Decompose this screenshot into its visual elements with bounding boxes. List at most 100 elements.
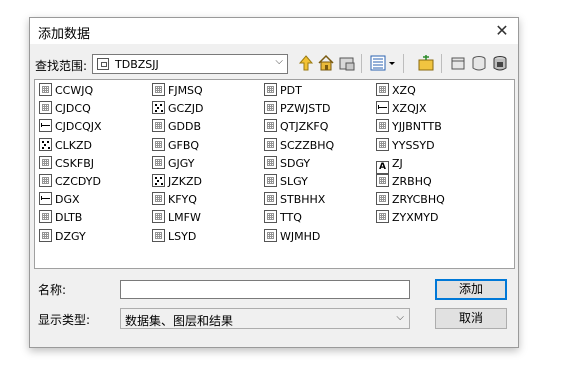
raster-dataset-icon: [39, 83, 52, 96]
list-item-label: CZCDYD: [55, 175, 101, 188]
dialog-title: 添加数据: [38, 27, 91, 42]
list-item-label: ZJ: [392, 156, 403, 170]
raster-dataset-icon: [39, 174, 52, 187]
list-item-label: QTJZKFQ: [280, 120, 329, 134]
toolbar-separator: [441, 54, 442, 73]
folder-connect-icon[interactable]: [338, 53, 356, 73]
list-item-label: LMFW: [168, 211, 201, 225]
list-item[interactable]: ZYXMYD: [376, 210, 438, 226]
list-item-label: CJDCQ: [55, 102, 91, 116]
list-item[interactable]: XZQ: [376, 83, 416, 99]
raster-dataset-icon: [264, 83, 277, 96]
list-item-label: XZQ: [392, 84, 416, 97]
list-item-label: ZYXMYD: [392, 211, 439, 225]
list-item[interactable]: LMFW: [152, 210, 201, 226]
view-dropdown-icon[interactable]: [387, 53, 397, 73]
up-folder-icon[interactable]: [297, 53, 315, 73]
line-dataset-icon: [39, 192, 52, 206]
line-dataset-icon: [39, 119, 52, 133]
list-item[interactable]: CJDCQJX: [39, 119, 102, 135]
list-item[interactable]: CZCDYD: [39, 174, 101, 190]
list-item[interactable]: LSYD: [152, 228, 197, 245]
list-item[interactable]: SDGY: [264, 155, 310, 172]
list-item-label: WJMHD: [280, 229, 321, 243]
list-item[interactable]: SLGY: [264, 174, 308, 190]
point-dataset-icon: [152, 174, 165, 187]
list-item[interactable]: KFYQ: [152, 192, 197, 208]
raster-dataset-icon: [264, 210, 277, 224]
list-item-label: GCZJD: [168, 102, 204, 116]
list-item[interactable]: PDT: [264, 83, 302, 99]
list-item[interactable]: GJGY: [152, 155, 195, 172]
point-dataset-icon: [152, 101, 165, 115]
dataset-list[interactable]: CCWJQ CJDCQ CJDCQJX CLKZD CSKFBJ CZCDYD DGX DLT…: [34, 79, 515, 269]
list-item-label: PZWJSTD: [280, 102, 331, 116]
list-item[interactable]: CJDCQ: [39, 101, 91, 117]
add-data-dialog: 添加数据 ✕ 查找范围: TDBZSJJ ⌵ CCWJQ CJDCQ CJDCQ…: [29, 17, 519, 348]
list-item[interactable]: TTQ: [264, 210, 302, 226]
list-item[interactable]: JZKZD: [152, 174, 202, 190]
add-button[interactable]: 添加: [435, 279, 507, 300]
list-item[interactable]: DLTB: [39, 210, 82, 226]
list-item[interactable]: XZQJX: [376, 101, 427, 117]
filetype-dropdown[interactable]: 数据集、图层和结果 ⌵: [120, 308, 410, 329]
raster-dataset-icon: [264, 137, 277, 151]
list-item[interactable]: ZRYCBHQ: [376, 192, 445, 208]
list-item[interactable]: DGX: [39, 192, 80, 208]
list-item[interactable]: FJMSQ: [152, 83, 203, 99]
raster-dataset-icon: [264, 101, 277, 115]
list-item[interactable]: GFBQ: [152, 137, 200, 154]
cancel-button[interactable]: 取消: [435, 308, 507, 329]
raster-dataset-icon: [376, 83, 389, 96]
list-item-label: CJDCQJX: [55, 120, 102, 134]
list-item[interactable]: CLKZD: [39, 137, 93, 154]
list-item-label: SLGY: [280, 175, 308, 188]
list-item-label: LSYD: [168, 229, 197, 243]
list-item-label: DLTB: [55, 211, 83, 225]
list-view-icon[interactable]: [369, 53, 387, 73]
raster-dataset-icon: [39, 101, 52, 115]
catalog-icon[interactable]: [449, 53, 467, 73]
list-item[interactable]: CCWJQ: [39, 83, 93, 99]
list-item[interactable]: PZWJSTD: [264, 101, 330, 117]
database-icon[interactable]: [470, 53, 488, 73]
raster-dataset-icon: [152, 210, 165, 224]
list-item-label: DZGY: [55, 229, 86, 243]
list-item-label: CSKFBJ: [55, 156, 94, 170]
list-item-label: YJJBNTTB: [392, 120, 442, 134]
list-item[interactable]: ZRBHQ: [376, 174, 432, 190]
list-item[interactable]: WJMHD: [264, 228, 321, 245]
raster-dataset-icon: [39, 228, 52, 242]
list-item[interactable]: GDDB: [152, 119, 201, 135]
list-item[interactable]: YYSSYD: [376, 137, 435, 154]
list-item-label: GFBQ: [168, 138, 200, 152]
raster-dataset-icon: [152, 192, 165, 206]
name-input[interactable]: [120, 280, 410, 299]
list-item[interactable]: A ZJ: [376, 156, 403, 174]
raster-dataset-icon: [264, 174, 277, 187]
list-item[interactable]: CSKFBJ: [39, 155, 94, 172]
title-bar: 添加数据 ✕: [30, 18, 518, 44]
chevron-down-icon: ⌵: [275, 56, 283, 67]
raster-dataset-icon: [152, 83, 165, 96]
list-item-label: CLKZD: [55, 138, 93, 152]
lookin-dropdown[interactable]: TDBZSJJ ⌵: [92, 54, 288, 74]
new-folder-icon[interactable]: [417, 53, 435, 73]
home-icon[interactable]: [317, 53, 335, 73]
close-icon[interactable]: ✕: [492, 21, 512, 41]
list-item[interactable]: SCZZBHQ: [264, 137, 334, 154]
list-item[interactable]: STBHHX: [264, 192, 325, 208]
list-item[interactable]: DZGY: [39, 228, 86, 245]
raster-dataset-icon: [152, 119, 165, 133]
list-item-label: XZQJX: [392, 102, 427, 116]
list-item[interactable]: QTJZKFQ: [264, 119, 328, 135]
list-item[interactable]: GCZJD: [152, 101, 203, 117]
lookin-value: TDBZSJJ: [115, 58, 159, 71]
raster-dataset-icon: [152, 228, 165, 242]
list-item[interactable]: YJJBNTTB: [376, 119, 442, 135]
annotation-dataset-icon: A: [376, 160, 389, 174]
raster-dataset-icon: [376, 119, 389, 133]
list-item-label: GJGY: [168, 156, 195, 170]
geodatabase-icon[interactable]: [491, 53, 509, 73]
toolbar-separator: [403, 54, 404, 73]
